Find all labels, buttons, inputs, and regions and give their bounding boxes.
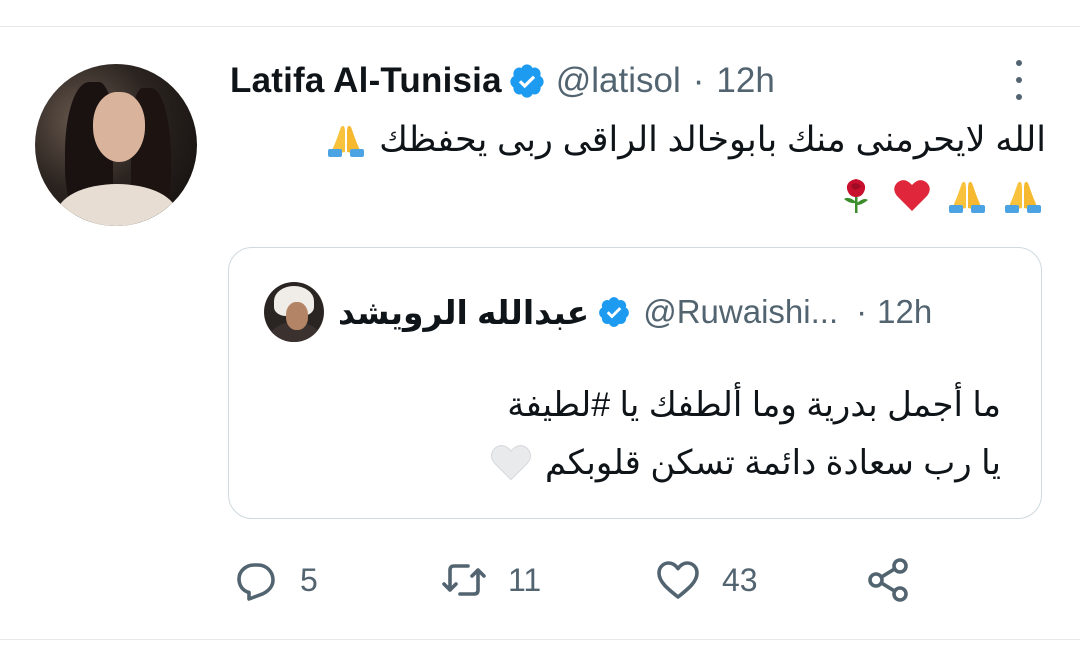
reply-button[interactable]: 5 xyxy=(232,556,318,604)
tweet-time[interactable]: 12h xyxy=(716,61,774,101)
reply-icon xyxy=(237,563,275,601)
quoted-tweet-card[interactable]: عبدالله الرويشد @Ruwaishi... · 12h ما أج… xyxy=(228,247,1042,519)
tweet-text-line1: الله لايحرمنى منك بابوخالد الراقى ربى يح… xyxy=(226,112,1046,168)
separator-dot: · xyxy=(856,293,868,330)
white-heart-emoji xyxy=(490,445,531,481)
rose-emoji xyxy=(843,179,868,213)
quoted-text-line2-content: يا رب سعادة دائمة تسكن قلوبكم xyxy=(544,444,1001,482)
author-name[interactable]: Latifa Al-Tunisia xyxy=(230,61,502,101)
tweet-text: الله لايحرمنى منك بابوخالد الراقى ربى يح… xyxy=(226,112,1046,224)
folded-hands-emoji xyxy=(328,125,365,157)
quoted-tweet-text: ما أجمل بدرية وما ألطفك يا #لطيفة يا رب … xyxy=(261,376,1001,492)
share-icon xyxy=(868,558,908,602)
retweet-icon xyxy=(442,564,486,596)
quoted-text-line2: يا رب سعادة دائمة تسكن قلوبكم xyxy=(261,434,1001,492)
quoted-author-name[interactable]: عبدالله الرويشد xyxy=(338,293,589,332)
quoted-author-handle[interactable]: @Ruwaishi... xyxy=(643,293,838,331)
folded-hands-emoji xyxy=(949,181,986,213)
retweet-button[interactable]: 11 xyxy=(440,556,541,604)
retweet-count: 11 xyxy=(508,561,542,598)
quoted-author-avatar[interactable] xyxy=(264,282,324,342)
more-options-icon[interactable] xyxy=(1005,60,1033,100)
verified-badge-icon xyxy=(599,297,630,327)
folded-hands-emoji xyxy=(1005,181,1041,213)
tweet-actions-bar: 5 11 43 xyxy=(232,556,952,604)
tweet-header: Latifa Al-Tunisia @latisol · 12h xyxy=(230,58,775,104)
red-heart-emoji xyxy=(893,180,930,211)
separator-dot: · xyxy=(692,61,705,100)
like-count: 43 xyxy=(722,561,758,598)
heart-icon xyxy=(657,561,699,599)
verified-badge-icon xyxy=(510,64,544,98)
author-handle[interactable]: @latisol xyxy=(556,61,681,101)
reply-count: 5 xyxy=(300,561,318,598)
author-avatar[interactable] xyxy=(35,64,197,226)
tweet-text-content: الله لايحرمنى منك بابوخالد الراقى ربى يح… xyxy=(379,120,1046,159)
tweet-emoji-row xyxy=(226,168,1046,224)
bottom-divider xyxy=(0,639,1080,640)
like-button[interactable]: 43 xyxy=(654,556,758,604)
quoted-tweet-header: عبدالله الرويشد @Ruwaishi... · 12h xyxy=(264,282,932,342)
quoted-text-line1: ما أجمل بدرية وما ألطفك يا #لطيفة xyxy=(507,386,1001,424)
quoted-tweet-time[interactable]: 12h xyxy=(877,293,932,331)
top-divider xyxy=(0,26,1080,27)
share-button[interactable] xyxy=(864,556,912,604)
